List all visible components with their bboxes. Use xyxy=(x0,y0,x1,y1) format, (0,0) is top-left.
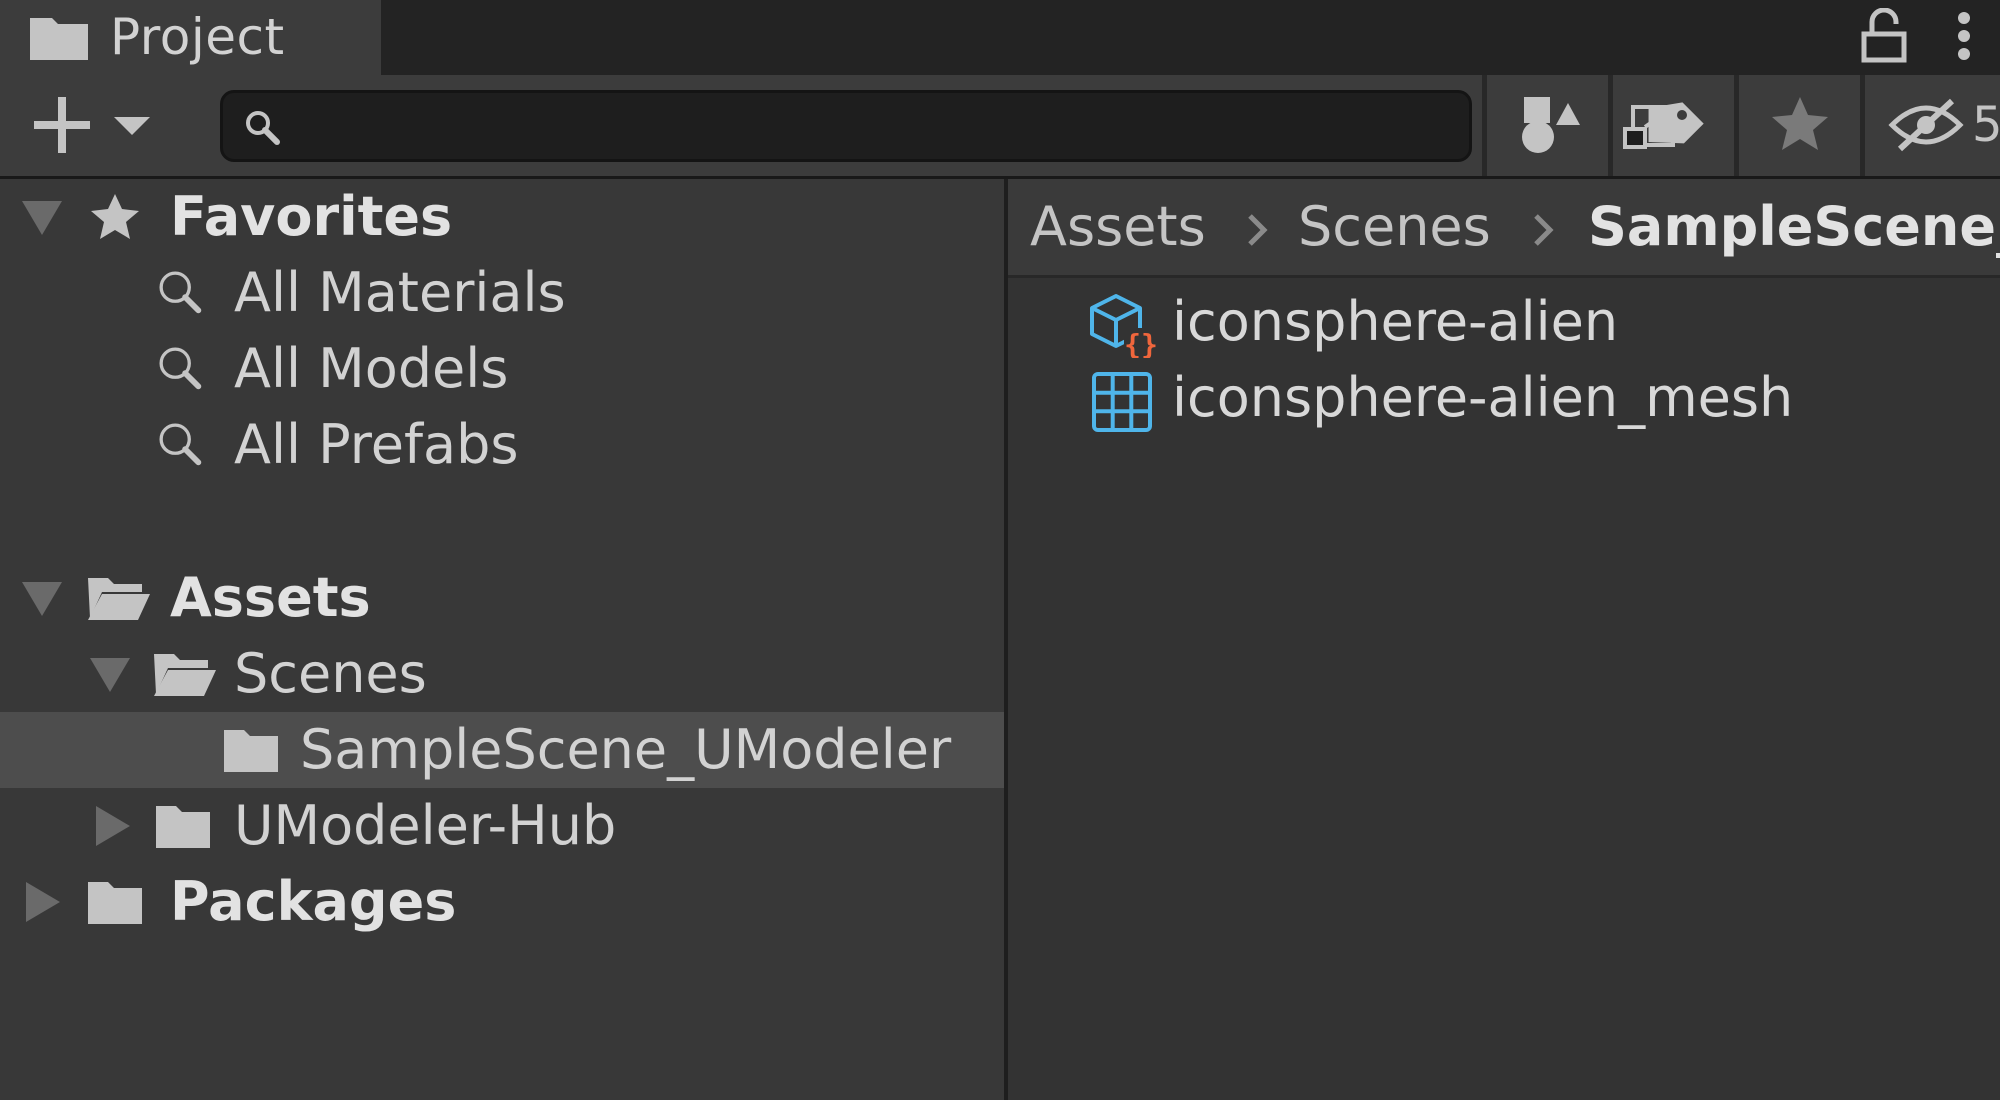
mesh-grid-icon xyxy=(1092,372,1152,432)
search-icon xyxy=(159,347,202,390)
list-item[interactable]: iconsphere-alien_mesh xyxy=(1008,358,2000,434)
search-icon xyxy=(159,423,202,466)
model-prefab-icon: {} xyxy=(1090,294,1158,358)
search-field[interactable] xyxy=(220,90,1675,162)
star-icon xyxy=(91,194,139,239)
asset-list-panel: Assets Scenes SampleScene_ {} iconsphere… xyxy=(1008,179,2000,1100)
foldout-expanded-icon[interactable] xyxy=(20,576,64,620)
tree-item-umodeler-hub[interactable]: UModeler-Hub xyxy=(0,788,1004,864)
kebab-menu-icon[interactable] xyxy=(1952,8,1976,64)
tree-item-all-materials[interactable]: All Materials xyxy=(0,255,1004,331)
caret-down-icon xyxy=(114,117,150,135)
tree-label: UModeler-Hub xyxy=(234,794,617,857)
tab-project[interactable]: Project xyxy=(0,0,381,75)
tree-label: All Materials xyxy=(234,261,566,324)
folder-tree-panel: Favorites All Materials All Models All P… xyxy=(0,179,1004,1100)
tree-item-packages[interactable]: Packages xyxy=(0,864,1004,940)
foldout-collapsed-icon[interactable] xyxy=(92,804,136,848)
search-icon xyxy=(246,111,280,145)
folder-icon xyxy=(224,730,278,772)
tree-label: Packages xyxy=(170,870,457,933)
tree-label: Assets xyxy=(170,566,371,629)
tree-item-favorites[interactable]: Favorites xyxy=(0,179,1004,255)
tree-item-assets[interactable]: Assets xyxy=(0,560,1004,636)
tree-label: Scenes xyxy=(234,642,427,705)
tree-label: All Prefabs xyxy=(234,413,519,476)
breadcrumb: Assets Scenes SampleScene_ xyxy=(1008,179,2000,278)
search-by-label-button[interactable] xyxy=(1634,91,1714,159)
plus-icon xyxy=(34,97,90,153)
toolbar-separator xyxy=(1482,75,1487,176)
tree-item-samplescene-umodeler[interactable]: SampleScene_UModeler xyxy=(0,712,1004,788)
hidden-packages-count: 5 xyxy=(1972,97,2000,153)
list-item[interactable]: {} iconsphere-alien xyxy=(1008,282,2000,358)
file-label: iconsphere-alien xyxy=(1172,290,1619,353)
toolbar-separator xyxy=(1860,75,1865,176)
create-asset-button[interactable] xyxy=(18,95,158,155)
folder-open-icon xyxy=(88,578,150,620)
folder-icon xyxy=(88,882,142,924)
file-label: iconsphere-alien_mesh xyxy=(1172,366,1794,429)
tree-label: SampleScene_UModeler xyxy=(300,718,952,781)
eye-slash-icon xyxy=(1888,98,1964,152)
project-toolbar: 5 xyxy=(0,75,2000,179)
tree-label: Favorites xyxy=(170,185,453,248)
search-by-type-button[interactable] xyxy=(1508,91,1588,159)
tree-item-all-models[interactable]: All Models xyxy=(0,331,1004,407)
star-icon xyxy=(1772,97,1828,150)
tree-item-all-prefabs[interactable]: All Prefabs xyxy=(0,407,1004,483)
folder-icon xyxy=(30,18,88,60)
svg-text:{}: {} xyxy=(1124,328,1158,358)
hidden-packages-button[interactable]: 5 xyxy=(1886,91,2000,159)
save-search-button[interactable] xyxy=(1760,91,1840,159)
shapes-icon xyxy=(1522,97,1580,153)
foldout-expanded-icon[interactable] xyxy=(20,195,64,239)
chevron-right-icon xyxy=(1248,214,1268,246)
toolbar-separator xyxy=(1608,75,1613,176)
breadcrumb-item-assets[interactable]: Assets xyxy=(1030,179,1206,275)
folder-open-icon xyxy=(154,654,216,696)
search-input[interactable] xyxy=(299,99,1363,155)
folder-icon xyxy=(156,806,210,848)
tree-item-scenes[interactable]: Scenes xyxy=(0,636,1004,712)
foldout-expanded-icon[interactable] xyxy=(88,652,132,696)
lock-open-icon[interactable] xyxy=(1860,8,1908,64)
breadcrumb-item-current[interactable]: SampleScene_ xyxy=(1588,179,2000,275)
tag-icon xyxy=(1648,102,1704,144)
window-title-bar: Project xyxy=(0,0,2000,75)
chevron-right-icon xyxy=(1534,214,1554,246)
search-icon xyxy=(159,271,202,314)
tree-label: All Models xyxy=(234,337,509,400)
breadcrumb-item-scenes[interactable]: Scenes xyxy=(1298,179,1491,275)
toolbar-separator xyxy=(1734,75,1739,176)
foldout-collapsed-icon[interactable] xyxy=(22,880,66,924)
tab-label: Project xyxy=(110,8,285,66)
